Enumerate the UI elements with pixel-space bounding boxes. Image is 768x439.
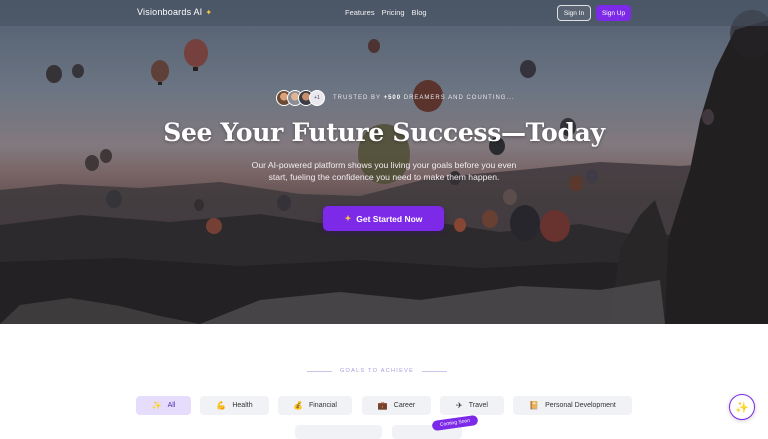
- divider: [307, 370, 332, 372]
- goal-chip-partial[interactable]: [295, 425, 382, 439]
- cta-label: Get Started Now: [356, 213, 423, 224]
- chip-label: Financial: [308, 402, 337, 409]
- divider: [422, 370, 447, 372]
- avatar-more: +1: [309, 90, 325, 106]
- brand-name: Visionboards AI: [137, 7, 203, 17]
- brand-logo[interactable]: Visionboards AI ✦: [137, 7, 212, 17]
- nav-link-pricing[interactable]: Pricing: [382, 8, 405, 17]
- sign-in-button[interactable]: Sign In: [557, 5, 591, 21]
- chip-label: Travel: [468, 402, 488, 409]
- top-navbar: Visionboards AI ✦ Features Pricing Blog …: [0, 0, 768, 26]
- chip-label: Health: [232, 402, 253, 409]
- flexed-arm-icon: 💪: [216, 401, 227, 410]
- trust-text: TRUSTED BY +500 DREAMERS AND COUNTING...: [333, 95, 514, 101]
- nav-link-features[interactable]: Features: [345, 8, 375, 17]
- hero-section: Visionboards AI ✦ Features Pricing Blog …: [0, 0, 768, 324]
- briefcase-icon: 💼: [377, 401, 388, 410]
- sparkle-icon: ✦: [344, 214, 352, 223]
- notebook-icon: 📔: [529, 401, 540, 410]
- goal-chip-financial[interactable]: 💰 Financial: [278, 396, 352, 415]
- trust-count: +500: [383, 95, 402, 101]
- hero-headline: See Your Future Success—Today: [163, 118, 605, 147]
- sparkle-icon: ✨: [151, 401, 162, 410]
- get-started-button[interactable]: ✦ Get Started Now: [323, 206, 444, 231]
- goal-chip-travel[interactable]: ✈ Travel: [440, 396, 504, 415]
- airplane-icon: ✈: [456, 401, 463, 410]
- hero-subheadline: Our AI-powered platform shows you living…: [251, 160, 517, 182]
- trust-badge: +1 TRUSTED BY +500 DREAMERS AND COUNTING…: [276, 90, 514, 106]
- sign-up-button[interactable]: Sign Up: [596, 5, 631, 21]
- nav-links: Features Pricing Blog: [345, 8, 427, 17]
- money-bag-icon: 💰: [293, 401, 303, 410]
- chip-label: All: [167, 402, 176, 409]
- avatar-stack: +1: [276, 90, 325, 106]
- floating-assistant-button[interactable]: ✨: [729, 394, 755, 420]
- sparkle-icon: ✨: [735, 401, 749, 414]
- trust-suffix: DREAMERS AND COUNTING...: [403, 95, 515, 101]
- goal-chip-all[interactable]: ✨ All: [136, 396, 191, 415]
- goals-section-label: GOALS TO ACHIEVE: [339, 368, 415, 374]
- sparkle-icon: ✦: [205, 7, 213, 17]
- nav-link-blog[interactable]: Blog: [412, 8, 427, 17]
- chip-label: Personal Development: [545, 402, 616, 409]
- goal-chip-career[interactable]: 💼 Career: [362, 396, 431, 415]
- goal-chip-health[interactable]: 💪 Health: [200, 396, 269, 415]
- goal-chip-personal-development[interactable]: 📔 Personal Development: [513, 396, 632, 415]
- chip-label: Career: [393, 402, 416, 409]
- goals-section-header: GOALS TO ACHIEVE: [307, 368, 447, 374]
- trust-prefix: TRUSTED BY: [333, 95, 381, 101]
